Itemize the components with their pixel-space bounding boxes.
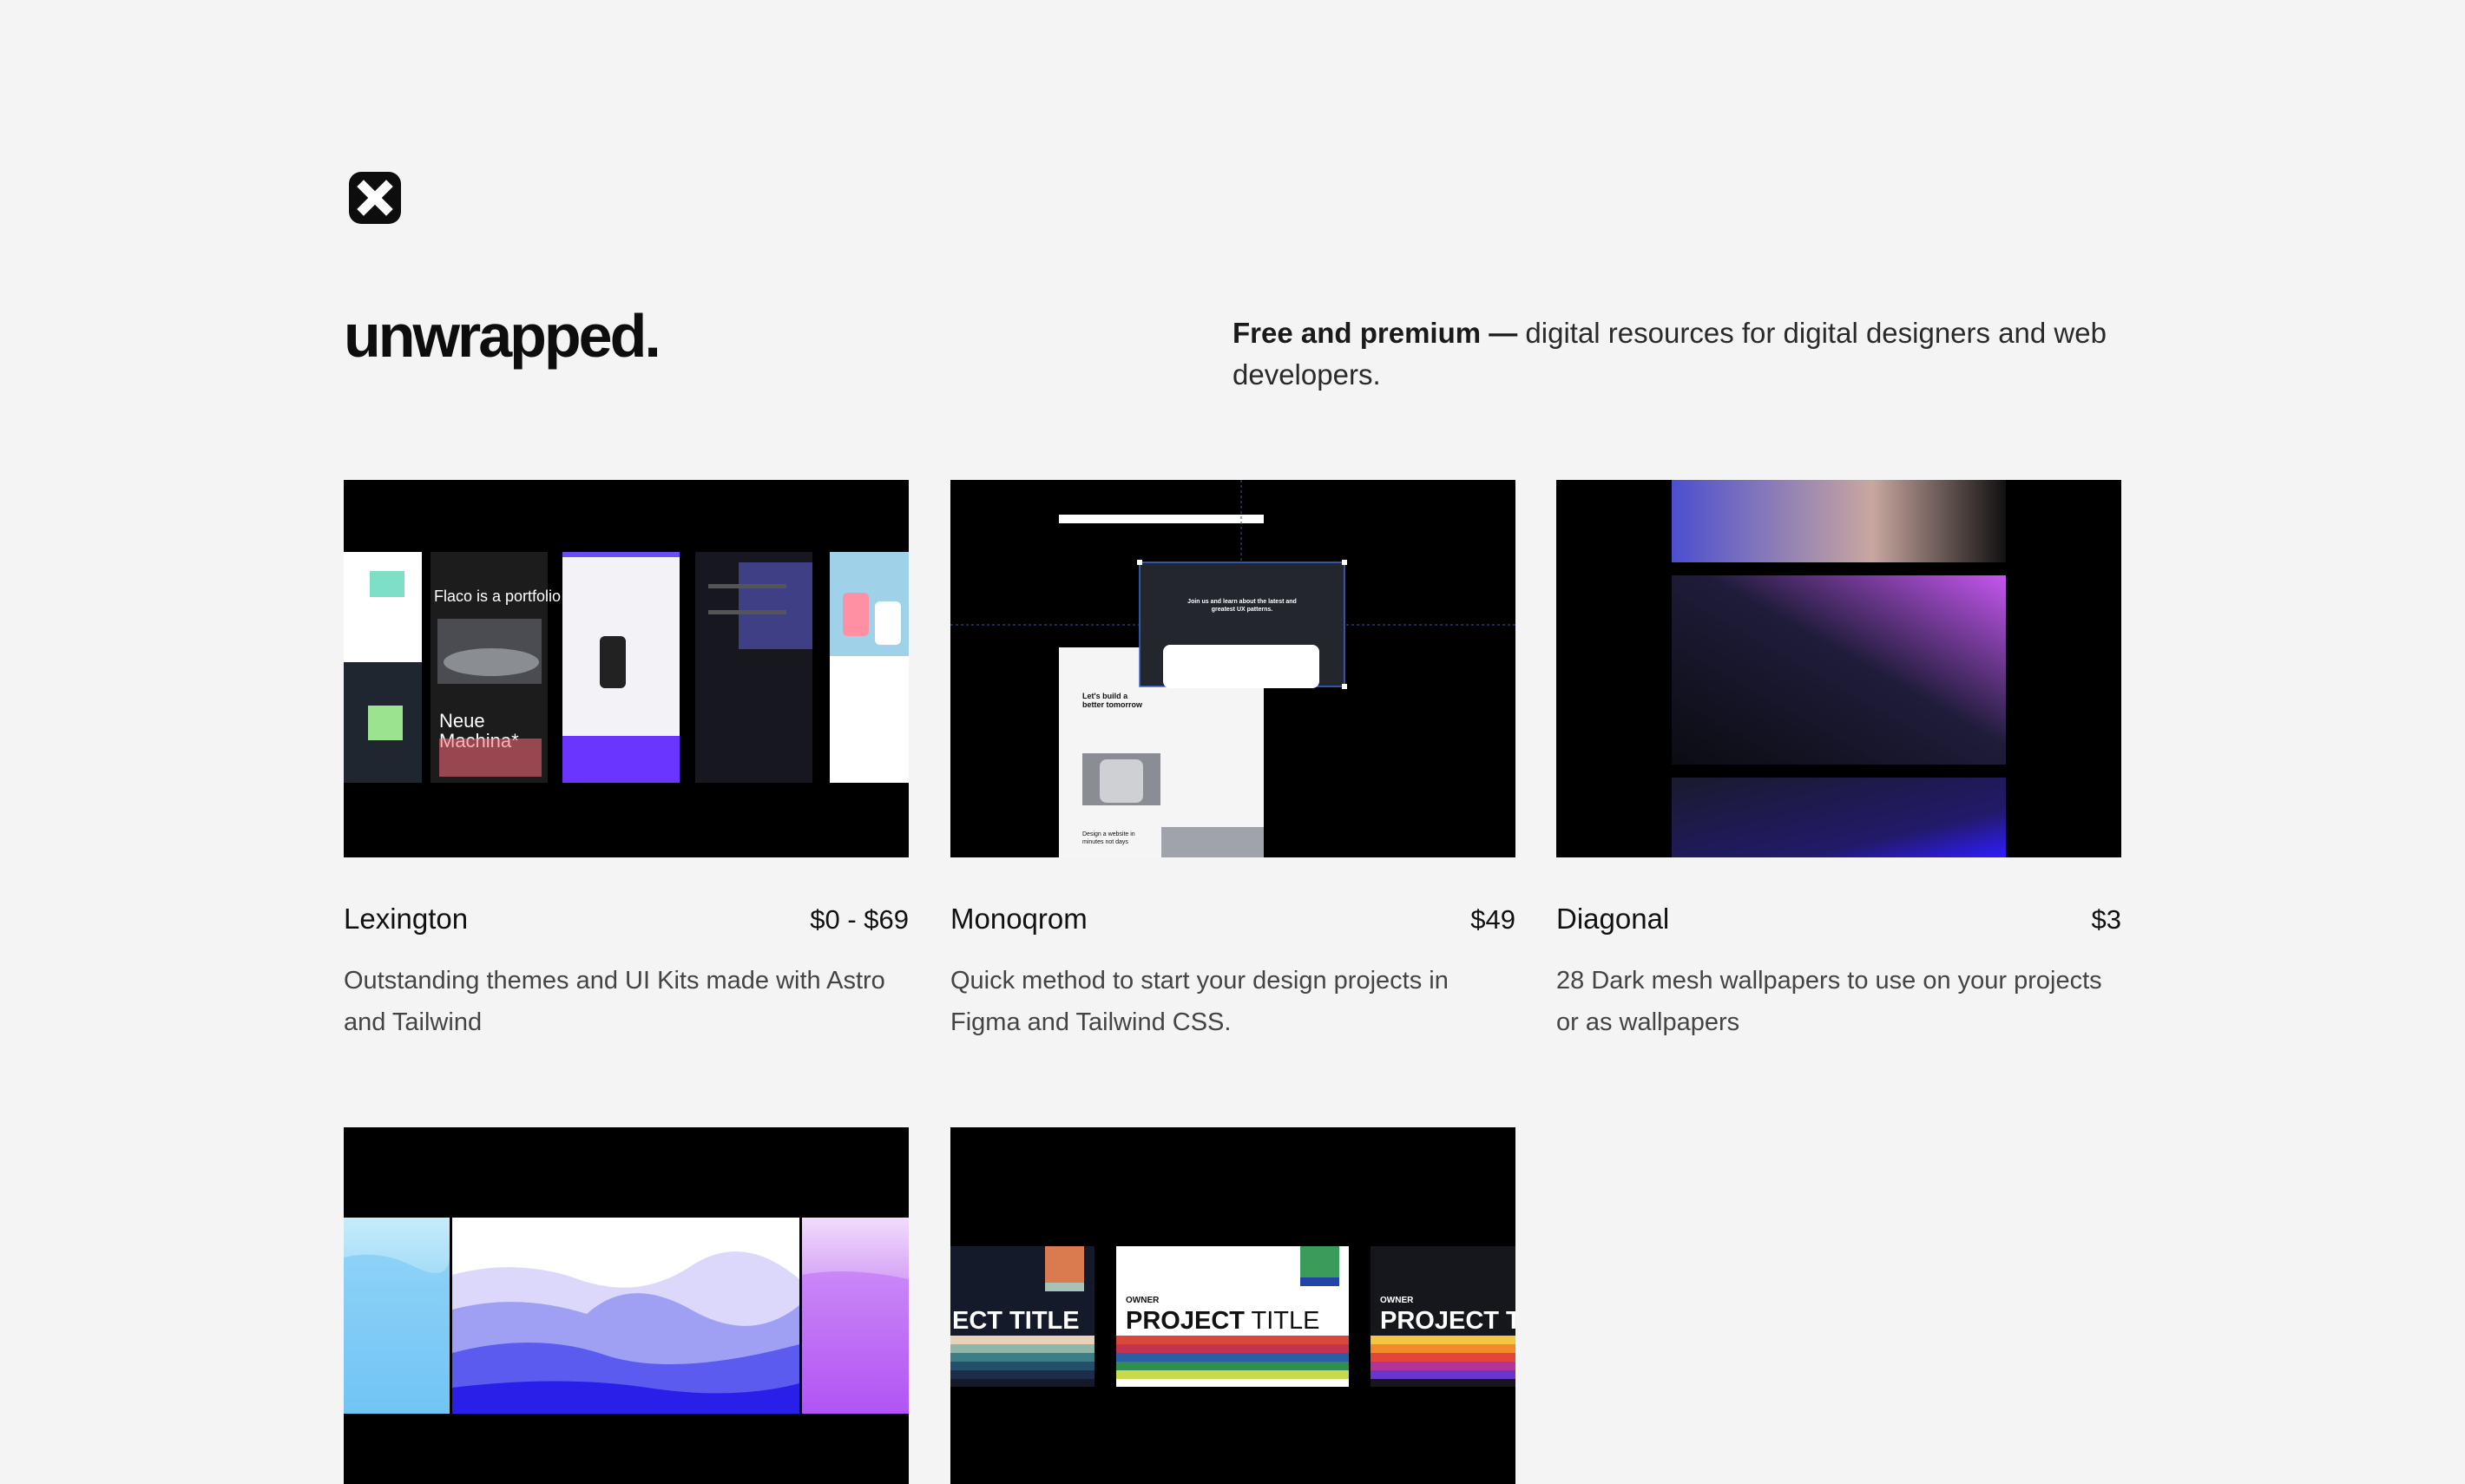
svg-text:OWNER: OWNER (1380, 1296, 1414, 1305)
product-name[interactable]: Monoqrom (950, 903, 1088, 936)
product-thumbnail[interactable] (344, 1127, 909, 1484)
close-x-square-icon[interactable] (345, 168, 404, 227)
svg-text:PROJECT TITLE: PROJECT TITLE (1126, 1307, 1319, 1335)
svg-text:minutes not days: minutes not days (1082, 839, 1128, 845)
preview-text: ECT TITLE (952, 1307, 1080, 1335)
product-card-diagonal[interactable]: Diagonal $3 28 Dark mesh wallpapers to u… (1556, 480, 2121, 1043)
tagline: Free and premium — digital resources for… (1232, 312, 2144, 396)
diagonal-preview-image (1556, 480, 2121, 857)
product-thumbnail[interactable]: Flaco is a portfolio Neue Machina* (344, 480, 909, 857)
svg-text:Let's build a: Let's build a (1082, 692, 1128, 700)
svg-text:Join us and learn about the la: Join us and learn about the latest and (1187, 599, 1297, 605)
page: unwrapped. Free and premium — digital re… (0, 0, 2465, 1484)
tagline-bold: Free and premium — (1232, 317, 1518, 349)
product-description: 28 Dark mesh wallpapers to use on your p… (1556, 967, 2102, 1036)
lexington-preview-image: Flaco is a portfolio Neue Machina* (344, 480, 909, 857)
preview-text: PROJECT (1126, 1307, 1245, 1335)
brand-title: unwrapped. (344, 302, 661, 370)
svg-text:PROJECT T: PROJECT T (1380, 1307, 1515, 1335)
product-description: Quick method to start your design projec… (950, 967, 1449, 1036)
product-name[interactable]: Diagonal (1556, 903, 1669, 936)
product-thumbnail[interactable] (1556, 480, 2121, 857)
product-thumbnail[interactable]: Let's build a better tomorrow Design a w… (950, 480, 1515, 857)
svg-text:Neue: Neue (439, 710, 485, 732)
preview-text: OWNER (1126, 1296, 1160, 1305)
product-card-project-title[interactable]: ECT TITLE OWNER PROJECT TITLE OWNER PROJ… (950, 1127, 1515, 1484)
product-price: $49 (1470, 904, 1515, 935)
product-card-lexington[interactable]: Flaco is a portfolio Neue Machina* (344, 480, 909, 1043)
product-card-waves[interactable] (344, 1127, 909, 1484)
monoqrom-preview-image: Let's build a better tomorrow Design a w… (950, 480, 1515, 857)
svg-text:Design a website in: Design a website in (1082, 831, 1135, 837)
project-title-preview-image: ECT TITLE OWNER PROJECT TITLE OWNER PROJ… (950, 1127, 1515, 1484)
product-thumbnail[interactable]: ECT TITLE OWNER PROJECT TITLE OWNER PROJ… (950, 1127, 1515, 1484)
product-name[interactable]: Lexington (344, 903, 468, 936)
preview-text: Flaco is a portfolio (434, 588, 561, 605)
product-description: Outstanding themes and UI Kits made with… (344, 967, 885, 1036)
product-card-monoqrom[interactable]: Let's build a better tomorrow Design a w… (950, 480, 1515, 1043)
product-price: $3 (2091, 904, 2121, 935)
svg-text:better tomorrow: better tomorrow (1082, 700, 1143, 709)
waves-preview-image (344, 1127, 909, 1484)
product-price: $0 - $69 (810, 904, 909, 935)
preview-text: TITLE (1245, 1307, 1320, 1335)
svg-text:greatest UX patterns.: greatest UX patterns. (1212, 607, 1272, 613)
